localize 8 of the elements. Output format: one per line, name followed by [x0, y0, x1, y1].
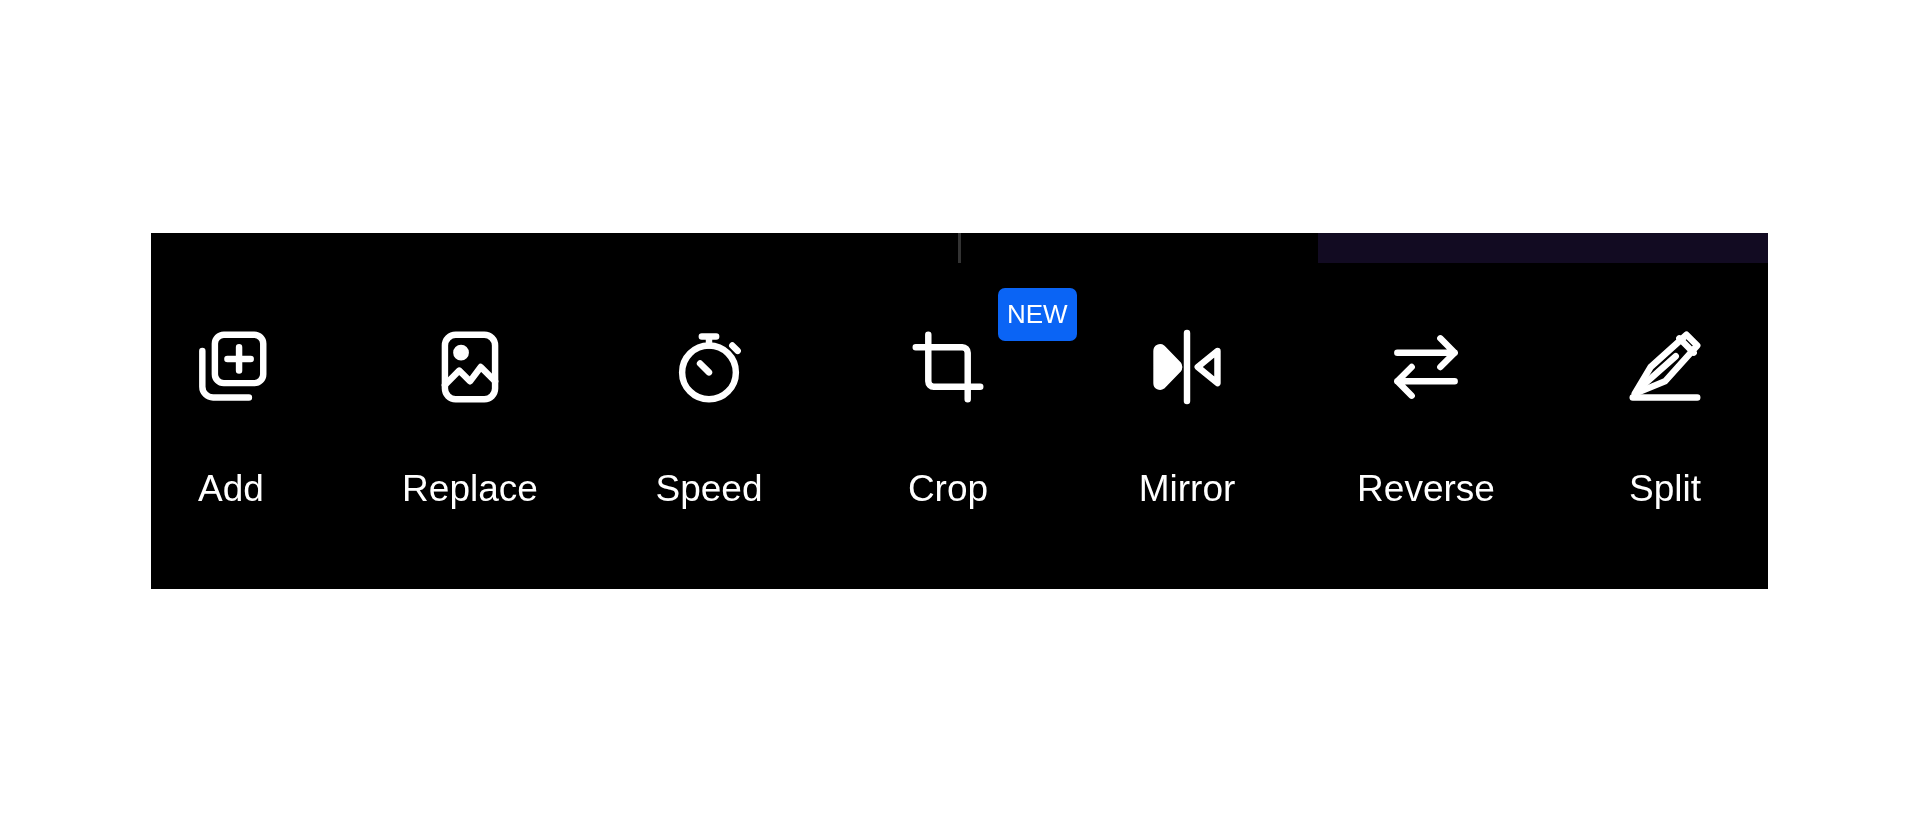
- new-badge: NEW: [998, 288, 1077, 341]
- tool-button[interactable]: Mirror: [1107, 324, 1267, 511]
- tool-button[interactable]: Add: [151, 324, 311, 511]
- tool-button[interactable]: Split: [1585, 324, 1745, 511]
- tool-button[interactable]: Speed: [629, 324, 789, 511]
- playhead-line: [958, 233, 961, 263]
- tool-button[interactable]: Reverse: [1346, 324, 1506, 511]
- tool-button[interactable]: Replace: [390, 324, 550, 511]
